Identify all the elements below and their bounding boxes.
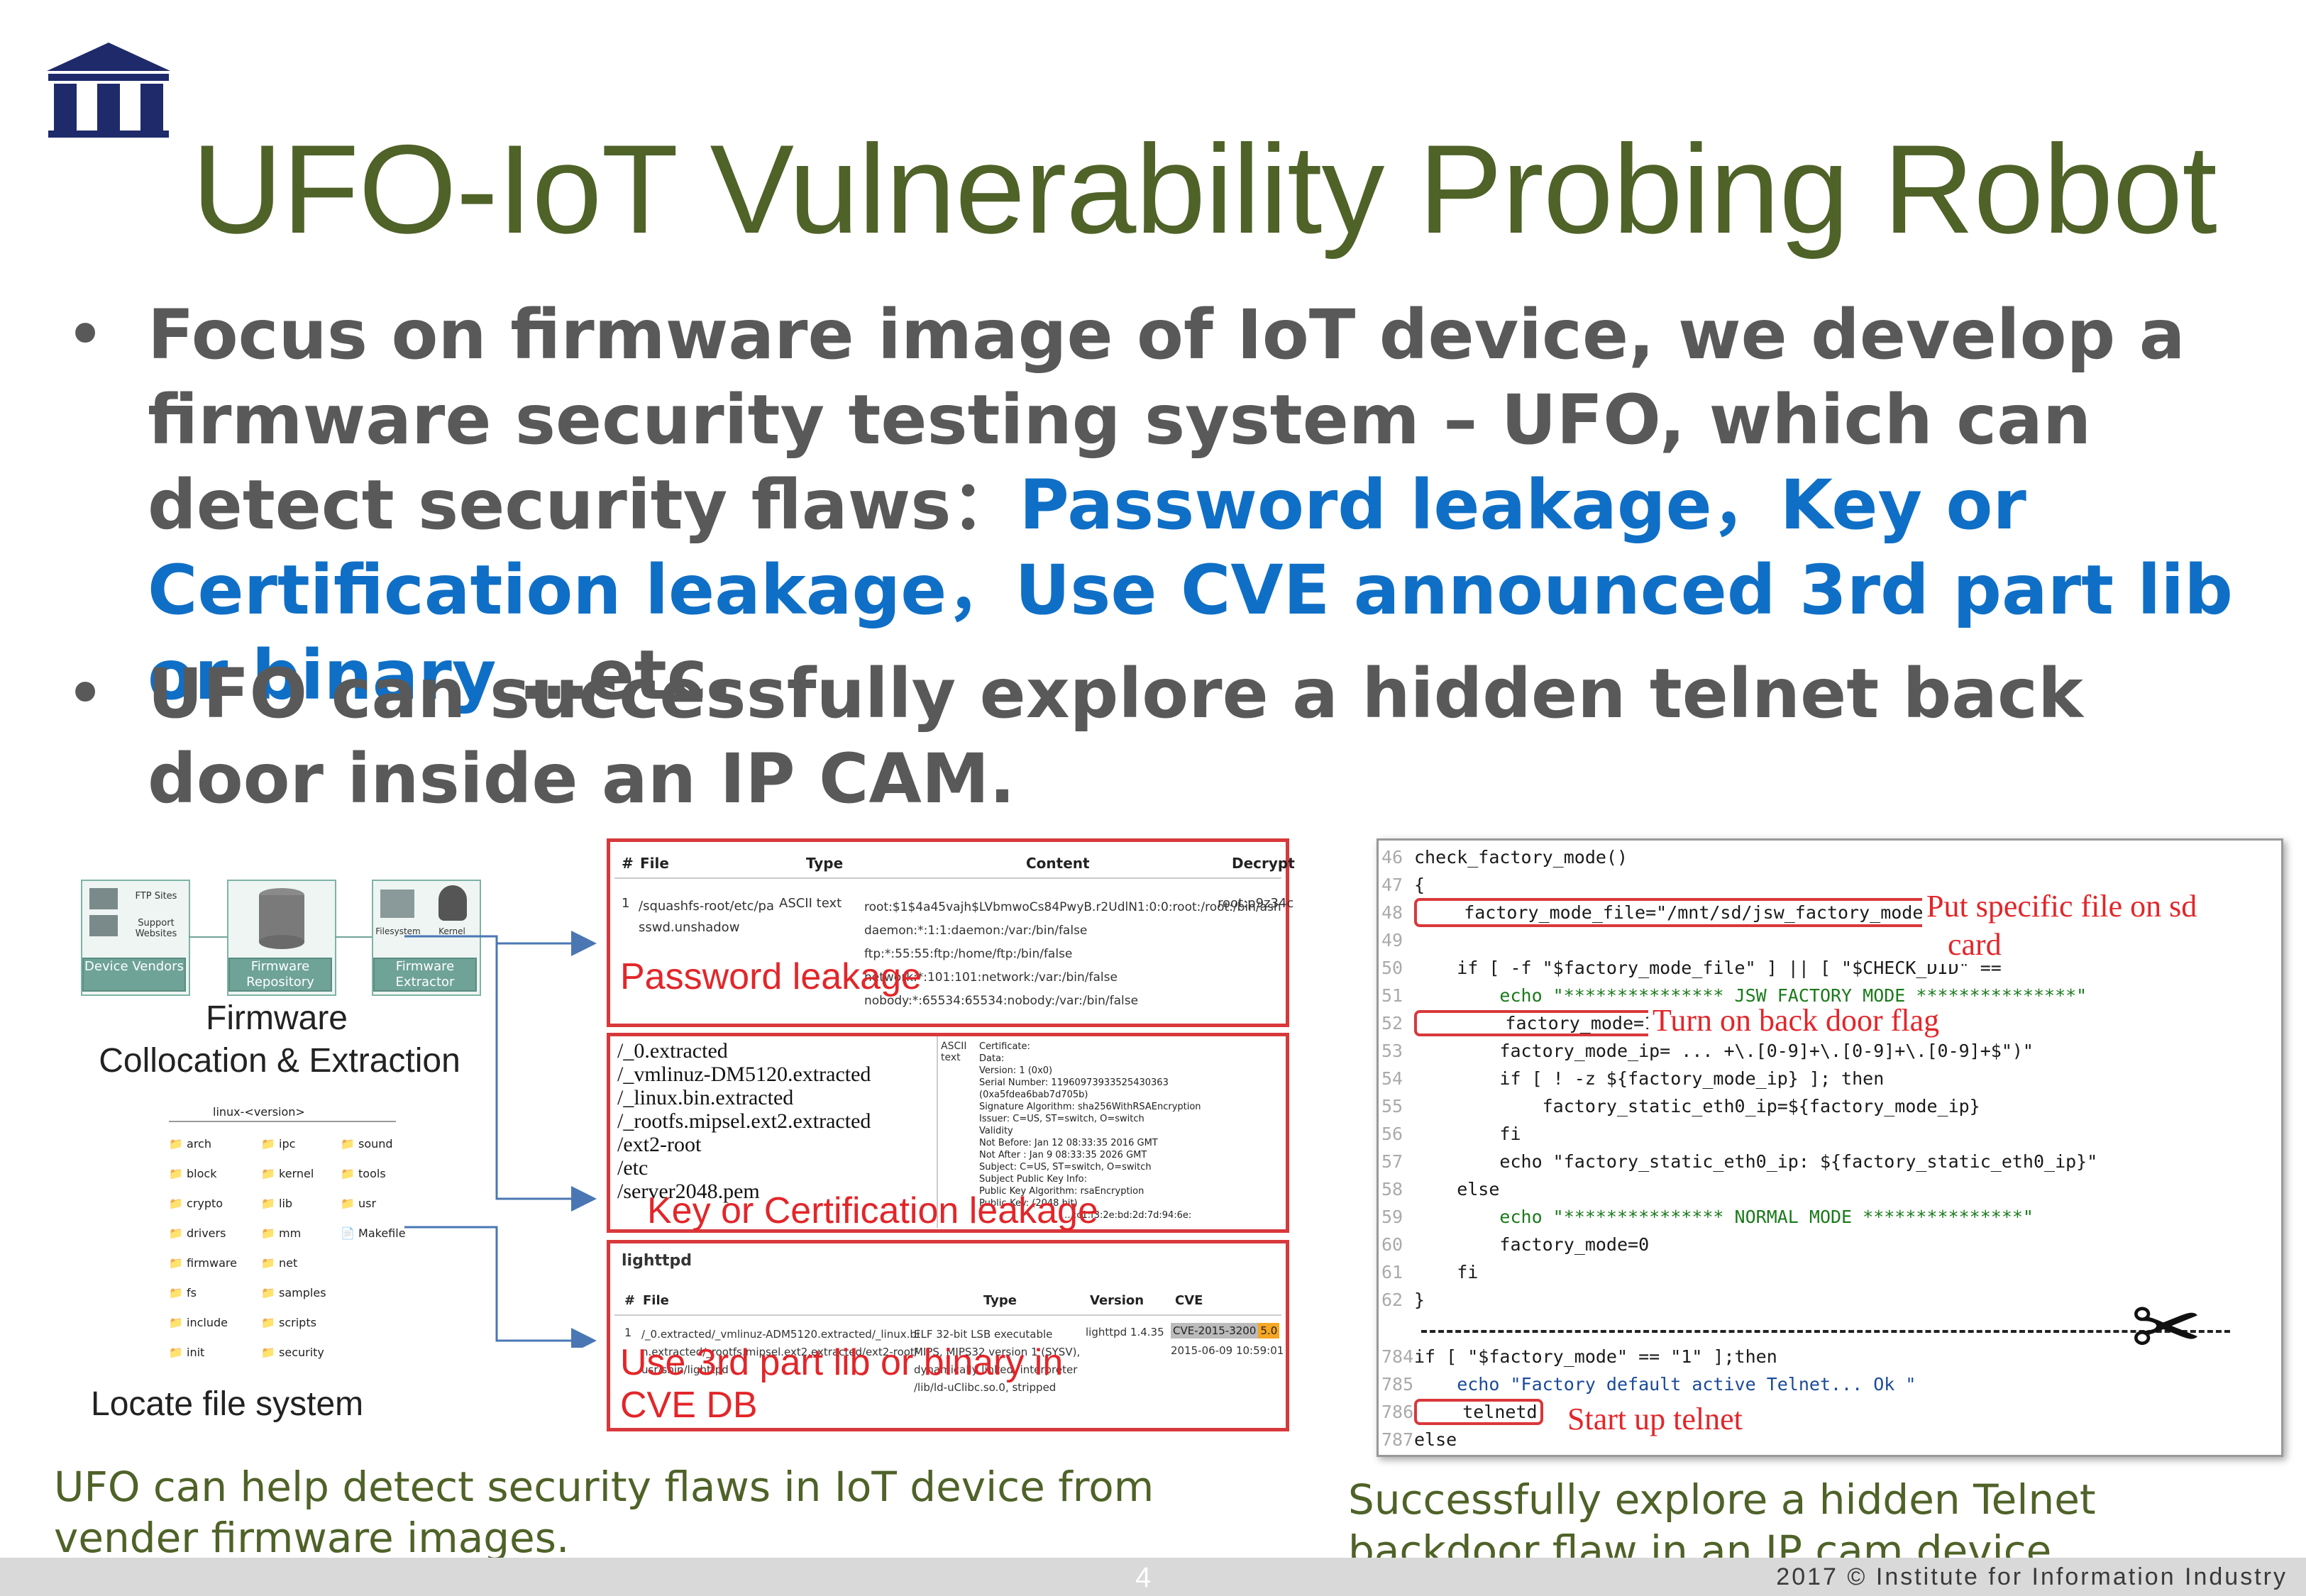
connector-line [189, 936, 227, 938]
server-icon [89, 915, 118, 936]
device-vendors-label: Device Vendors [82, 958, 186, 992]
tree-folder[interactable]: 📁 scripts [261, 1308, 353, 1338]
caption-left: UFO can help detect security flaws in Io… [54, 1463, 1154, 1562]
code-line: 46 check_factory_mode() [1381, 847, 1628, 868]
row-number: 1 [624, 1326, 632, 1339]
password-file-path: /squashfs-root/etc/passwd.unshadow [639, 899, 775, 935]
tree-folder[interactable]: 📁 init [169, 1338, 261, 1368]
tree-folder[interactable]: 📁 lib [261, 1189, 353, 1219]
bullet-dot: • [65, 654, 106, 733]
tree-folder[interactable]: 📁 security [261, 1338, 353, 1368]
password-file-type: ASCII text [779, 896, 842, 911]
code-line: 787else [1381, 1429, 1457, 1450]
tree-folder[interactable]: 📁 firmware [169, 1248, 261, 1278]
code-listing-2: 784if [ "$factory_mode" == "1" ];then 78… [1381, 1343, 2275, 1453]
cve-db-label: Use 3rd part lib or binary in CVE DB [620, 1342, 1064, 1426]
row-number: 1 [622, 896, 630, 911]
table-header: # File Type Version CVE [614, 1286, 1281, 1316]
decrypt-value: root:p9z34c [1218, 896, 1294, 911]
support-websites-label: Support Websites [135, 918, 177, 939]
tree-folder[interactable]: 📁 drivers [169, 1219, 261, 1248]
tree-folder[interactable]: 📁 kernel [261, 1159, 353, 1189]
cve-score-badge: 5.0 [1258, 1323, 1280, 1339]
separator: ， [947, 550, 1015, 630]
tree-folder[interactable]: 📁 ipc [261, 1129, 353, 1159]
institute-columns-logo-icon [41, 40, 176, 139]
bullet-text: UFO can successfully explore a hidden te… [148, 654, 2083, 819]
code-line: 57 echo "factory_static_eth0_ip: ${facto… [1381, 1151, 2098, 1172]
tree-folder[interactable]: 📁 block [169, 1159, 261, 1189]
database-icon [259, 888, 304, 949]
connector-line [335, 936, 372, 938]
tree-folder[interactable]: 📁 crypto [169, 1189, 261, 1219]
filesystem-icon [380, 890, 414, 918]
code-line: 53 factory_mode_ip= ... +\.[0-9]+\.[0-9]… [1381, 1041, 2034, 1061]
password-leakage-label: Password leakage [620, 956, 922, 997]
firmware-repository-box: Firmware Repository [227, 880, 336, 996]
slide-number: 4 [1135, 1562, 1152, 1593]
extracted-path-list: /_0.extracted /_vmlinuz-DM5120.extracted… [617, 1039, 871, 1203]
bullet-item-2: • UFO can successfully explore a hidden … [64, 651, 2249, 821]
code-line: 786 telnetd [1381, 1398, 2275, 1426]
cve-version: lighttpd 1.4.35 [1086, 1326, 1164, 1339]
cve-panel: lighttpd # File Type Version CVE 1 /_0.e… [607, 1240, 1289, 1431]
separator: ， [1711, 465, 1780, 545]
cve-date: 2015-06-09 10:59:01 [1171, 1344, 1284, 1357]
cve-id-cell[interactable]: CVE-2015-3200 5.0 [1171, 1323, 1280, 1339]
code-panel: 46 check_factory_mode() 47{ 48 factory_mo… [1377, 838, 2283, 1457]
annotation-start-telnet: Start up telnet [1563, 1401, 1747, 1437]
table-header: # File Type Content Decrypt [614, 846, 1295, 879]
tree-folder[interactable]: 📁 net [261, 1248, 353, 1278]
tree-divider [169, 1121, 396, 1122]
ftp-sites-label: FTP Sites [135, 891, 177, 902]
tree-folder[interactable]: 📁 fs [169, 1278, 261, 1308]
copyright-notice: 2017 © Institute for Information Industr… [1776, 1563, 2288, 1590]
code-line: 54 if [ ! -z ${factory_mode_ip} ]; then [1381, 1068, 1885, 1089]
cert-file-type: ASCII text [941, 1041, 967, 1063]
tree-column-1: 📁 arch 📁 block 📁 crypto 📁 drivers 📁 firm… [169, 1129, 261, 1368]
arrow-connectors [404, 931, 597, 1348]
arrow-to-password-panel [495, 931, 597, 956]
code-line: 784if [ "$factory_mode" == "1" ];then [1381, 1346, 1777, 1367]
tree-folder[interactable]: 📁 include [169, 1308, 261, 1338]
tree-column-2: 📁 ipc 📁 kernel 📁 lib 📁 mm 📁 net 📁 sample… [261, 1129, 353, 1368]
firmware-repository-label: Firmware Repository [228, 958, 332, 992]
code-line: 56 fi [1381, 1124, 1521, 1144]
locate-file-system-label: Locate file system [91, 1385, 364, 1423]
annotation-sd-card: Put specific file on sd card [1922, 887, 2202, 964]
linux-penguin-icon [438, 885, 467, 921]
code-line: 785 echo "Factory default active Telnet.… [1381, 1374, 1916, 1395]
code-line: 60 factory_mode=0 [1381, 1234, 1650, 1255]
server-icon [89, 888, 118, 909]
tree-root-label: linux-<version> [213, 1105, 305, 1119]
cve-panel-title: lighttpd [622, 1252, 693, 1270]
annotation-backdoor-flag: Turn on back door flag [1648, 1002, 1944, 1038]
code-line: 59 echo "*************** NORMAL MODE ***… [1381, 1207, 2034, 1227]
slide-title: UFO-IoT Vulnerability Probing Robot [192, 118, 2217, 260]
arrow-to-password-panel [404, 935, 597, 1212]
cve-id-link[interactable]: CVE-2015-3200 [1171, 1323, 1259, 1339]
tree-folder[interactable]: 📁 samples [261, 1278, 353, 1308]
key-leakage-label: Key or Certification leakage [647, 1190, 1098, 1231]
device-vendors-box: FTP Sites Support Websites Device Vendor… [81, 880, 190, 996]
cut-line [1421, 1330, 2230, 1333]
code-line: 58 else [1381, 1179, 1500, 1199]
key-leakage-panel: /_0.extracted /_vmlinuz-DM5120.extracted… [607, 1033, 1289, 1233]
bullet-dot: • [65, 295, 106, 375]
code-line: 55 factory_static_eth0_ip=${factory_mode… [1381, 1096, 1980, 1116]
tree-folder[interactable]: 📁 mm [261, 1219, 353, 1248]
tree-folder[interactable]: 📁 arch [169, 1129, 261, 1159]
arrow-to-cve-panel [404, 1226, 597, 1348]
password-leakage-panel: # File Type Content Decrypt 1 /squashfs-… [607, 838, 1295, 1027]
highlight-password-leakage: Password leakage [1019, 465, 1712, 545]
